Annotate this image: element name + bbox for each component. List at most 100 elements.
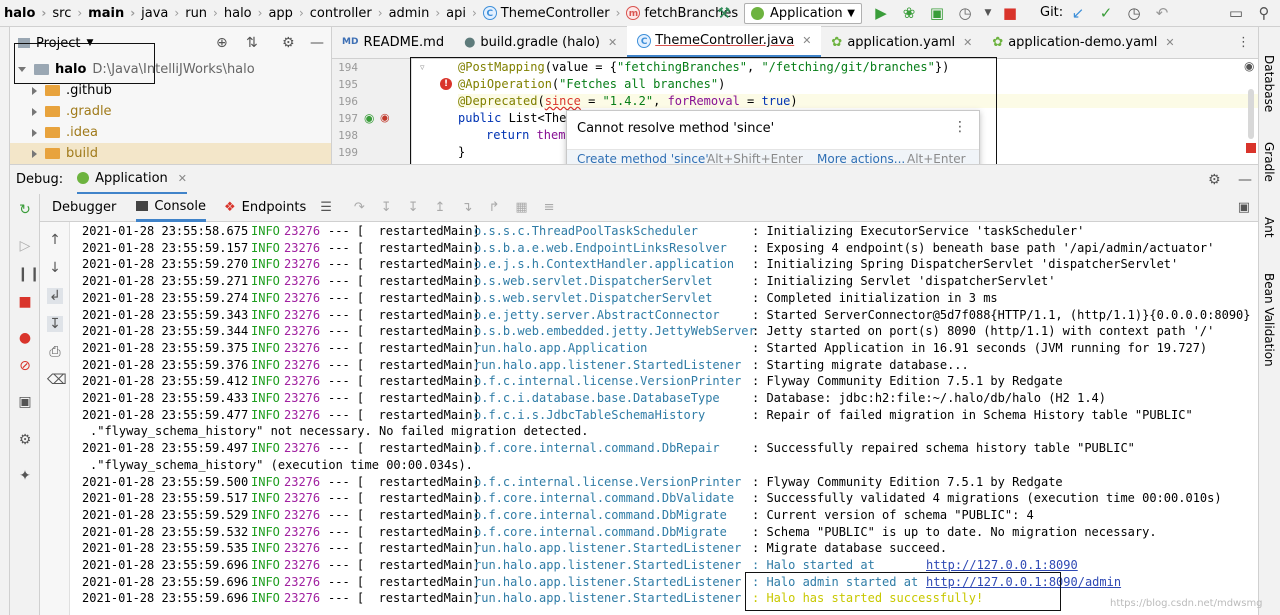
bean-run-icon[interactable]: ◉ bbox=[364, 111, 374, 125]
git-history-clock-icon[interactable]: ◷ bbox=[1126, 5, 1142, 21]
tab-console[interactable]: Console bbox=[136, 194, 206, 222]
tab-readme[interactable]: MD README.md bbox=[332, 26, 454, 58]
log-logger: o.f.core.internal.command.DbMigrate bbox=[474, 507, 727, 522]
pause-icon[interactable]: ❙❙ bbox=[17, 266, 40, 282]
debug-bug-icon[interactable]: ❀ bbox=[901, 5, 917, 21]
right-tool-gradle[interactable]: Gradle bbox=[1262, 142, 1276, 182]
down-arrow-icon[interactable]: ↓ bbox=[47, 260, 63, 276]
git-rollback-icon[interactable]: ↶ bbox=[1154, 5, 1170, 21]
expand-arrow-icon[interactable] bbox=[32, 86, 37, 95]
close-icon[interactable]: ✕ bbox=[1165, 36, 1174, 49]
breadcrumb-item[interactable]: app › bbox=[264, 0, 305, 27]
resume-icon[interactable]: ▷ bbox=[17, 238, 33, 254]
close-icon[interactable]: ✕ bbox=[963, 36, 972, 49]
rerun-icon[interactable]: ↻ bbox=[17, 202, 33, 218]
console-output[interactable]: 2021-01-28 23:55:58.675 INFO 23276 --- [ re… bbox=[70, 222, 1258, 615]
error-stripe-marker[interactable] bbox=[1246, 143, 1256, 153]
breadcrumb-label: ThemeController bbox=[500, 5, 610, 21]
settings-gear-icon[interactable]: ⚙ bbox=[17, 432, 33, 448]
right-tool-bean-validation[interactable]: Bean Validation bbox=[1262, 273, 1276, 367]
breadcrumb-item[interactable]: halo › bbox=[0, 0, 48, 27]
run-configuration-select[interactable]: Application ▼ bbox=[744, 3, 862, 24]
search-everywhere-icon[interactable]: ⚲ bbox=[1256, 5, 1272, 21]
git-update-icon[interactable]: ↙ bbox=[1070, 5, 1086, 21]
breadcrumb-item[interactable]: java › bbox=[137, 0, 181, 27]
stop-icon[interactable]: ■ bbox=[1002, 5, 1018, 21]
tab-theme-controller[interactable]: C ThemeController.java ✕ bbox=[627, 26, 822, 58]
tab-debugger[interactable]: Debugger bbox=[52, 200, 116, 215]
drop-frame-icon[interactable]: ↴ bbox=[462, 200, 473, 215]
tab-build-gradle[interactable]: ● build.gradle (halo) ✕ bbox=[454, 26, 627, 58]
log-level: INFO bbox=[251, 407, 280, 422]
settings-gear-icon[interactable]: ⚙ bbox=[282, 35, 295, 51]
debug-session-tab[interactable]: Application ✕ bbox=[77, 165, 187, 195]
log-message: : Initializing ExecutorService 'taskSche… bbox=[752, 224, 1085, 238]
step-over-icon[interactable]: ↷ bbox=[354, 200, 365, 215]
run-to-cursor-icon[interactable]: ↱ bbox=[488, 200, 499, 215]
chevron-right-icon: › bbox=[435, 6, 441, 20]
tab-application-yaml[interactable]: ✿ application.yaml ✕ bbox=[821, 26, 982, 58]
log-timestamp: 2021-01-28 23:55:59.500 bbox=[82, 474, 249, 489]
locate-target-icon[interactable]: ⊕ bbox=[216, 35, 228, 51]
tab-overflow-icon[interactable]: ⋮ bbox=[1237, 35, 1250, 50]
collapse-all-icon[interactable]: ⇅ bbox=[246, 35, 258, 51]
breadcrumb-item[interactable]: C ThemeController › bbox=[479, 0, 623, 27]
close-icon[interactable]: ✕ bbox=[178, 172, 187, 185]
breadcrumb-item[interactable]: src › bbox=[48, 0, 84, 27]
menu-icon[interactable]: ☰ bbox=[320, 200, 332, 215]
inspection-eye-icon[interactable]: ◉ bbox=[1244, 59, 1254, 73]
trace-icon[interactable]: ≡ bbox=[544, 200, 555, 215]
force-step-into-icon[interactable]: ↧ bbox=[408, 200, 419, 215]
more-run-options-icon[interactable]: ▼ bbox=[980, 5, 996, 21]
expand-arrow-icon[interactable] bbox=[32, 128, 37, 137]
log-logger: o.f.core.internal.command.DbMigrate bbox=[474, 524, 727, 539]
tree-item-build[interactable]: build bbox=[10, 143, 331, 164]
breadcrumb-item[interactable]: api › bbox=[442, 0, 479, 27]
stop-icon[interactable]: ■ bbox=[17, 294, 33, 310]
step-into-icon[interactable]: ↧ bbox=[381, 200, 392, 215]
breadcrumb-item[interactable]: controller › bbox=[306, 0, 385, 27]
right-tool-ant[interactable]: Ant bbox=[1262, 217, 1276, 238]
log-pid: 23276 bbox=[284, 474, 321, 489]
scroll-to-end-icon[interactable]: ↧ bbox=[47, 316, 63, 332]
breadcrumb-item[interactable]: admin › bbox=[385, 0, 443, 27]
expand-arrow-icon[interactable] bbox=[32, 107, 37, 116]
view-breakpoints-icon[interactable]: ● bbox=[17, 330, 33, 346]
log-pid: 23276 bbox=[284, 391, 321, 405]
up-arrow-icon[interactable]: ↑ bbox=[47, 232, 63, 248]
run-icon[interactable]: ▶ bbox=[873, 5, 889, 21]
trash-icon[interactable]: ⌫ bbox=[47, 372, 67, 388]
log-message: : Flyway Community Edition 7.5.1 by Redg… bbox=[752, 474, 1063, 489]
spring-app-icon bbox=[751, 7, 764, 20]
git-commit-check-icon[interactable]: ✓ bbox=[1098, 5, 1114, 21]
tab-application-demo-yaml[interactable]: ✿ application-demo.yaml ✕ bbox=[982, 26, 1184, 58]
tab-endpoints[interactable]: ❖ Endpoints bbox=[224, 200, 306, 215]
step-out-icon[interactable]: ↥ bbox=[435, 200, 446, 215]
profile-icon[interactable]: ◷ bbox=[957, 5, 973, 21]
expand-arrow-icon[interactable] bbox=[32, 149, 37, 158]
mapping-icon[interactable]: ◉ bbox=[380, 111, 390, 124]
coverage-icon[interactable]: ▣ bbox=[929, 5, 945, 21]
breadcrumb-item[interactable]: halo › bbox=[220, 0, 265, 27]
tree-item-gradle[interactable]: .gradle bbox=[10, 101, 331, 122]
close-icon[interactable]: ✕ bbox=[608, 36, 617, 49]
right-tool-database[interactable]: Database bbox=[1262, 55, 1276, 112]
print-icon[interactable]: ⎙ bbox=[47, 344, 63, 360]
pin-icon[interactable]: ✦ bbox=[17, 468, 33, 484]
minimize-icon[interactable]: — bbox=[1238, 172, 1252, 188]
minimize-icon[interactable]: — bbox=[310, 35, 324, 51]
breadcrumb-item[interactable]: main › bbox=[84, 0, 137, 27]
breadcrumb-item[interactable]: run › bbox=[181, 0, 220, 27]
restore-layout-icon[interactable]: ▣ bbox=[1238, 200, 1250, 215]
scrollbar-thumb[interactable] bbox=[1248, 89, 1254, 139]
build-hammer-icon[interactable]: ⚒ bbox=[716, 5, 732, 21]
mute-breakpoints-icon[interactable]: ⊘ bbox=[17, 358, 33, 374]
settings-gear-icon[interactable]: ⚙ bbox=[1208, 172, 1221, 188]
log-level: INFO bbox=[251, 257, 280, 272]
soft-wrap-icon[interactable]: ↲ bbox=[47, 288, 63, 304]
evaluate-icon[interactable]: ▦ bbox=[515, 200, 527, 215]
camera-icon[interactable]: ▣ bbox=[17, 394, 33, 410]
tree-item-idea[interactable]: .idea bbox=[10, 122, 331, 143]
close-icon[interactable]: ✕ bbox=[802, 34, 811, 47]
presentation-mode-icon[interactable]: ▭ bbox=[1228, 5, 1244, 21]
